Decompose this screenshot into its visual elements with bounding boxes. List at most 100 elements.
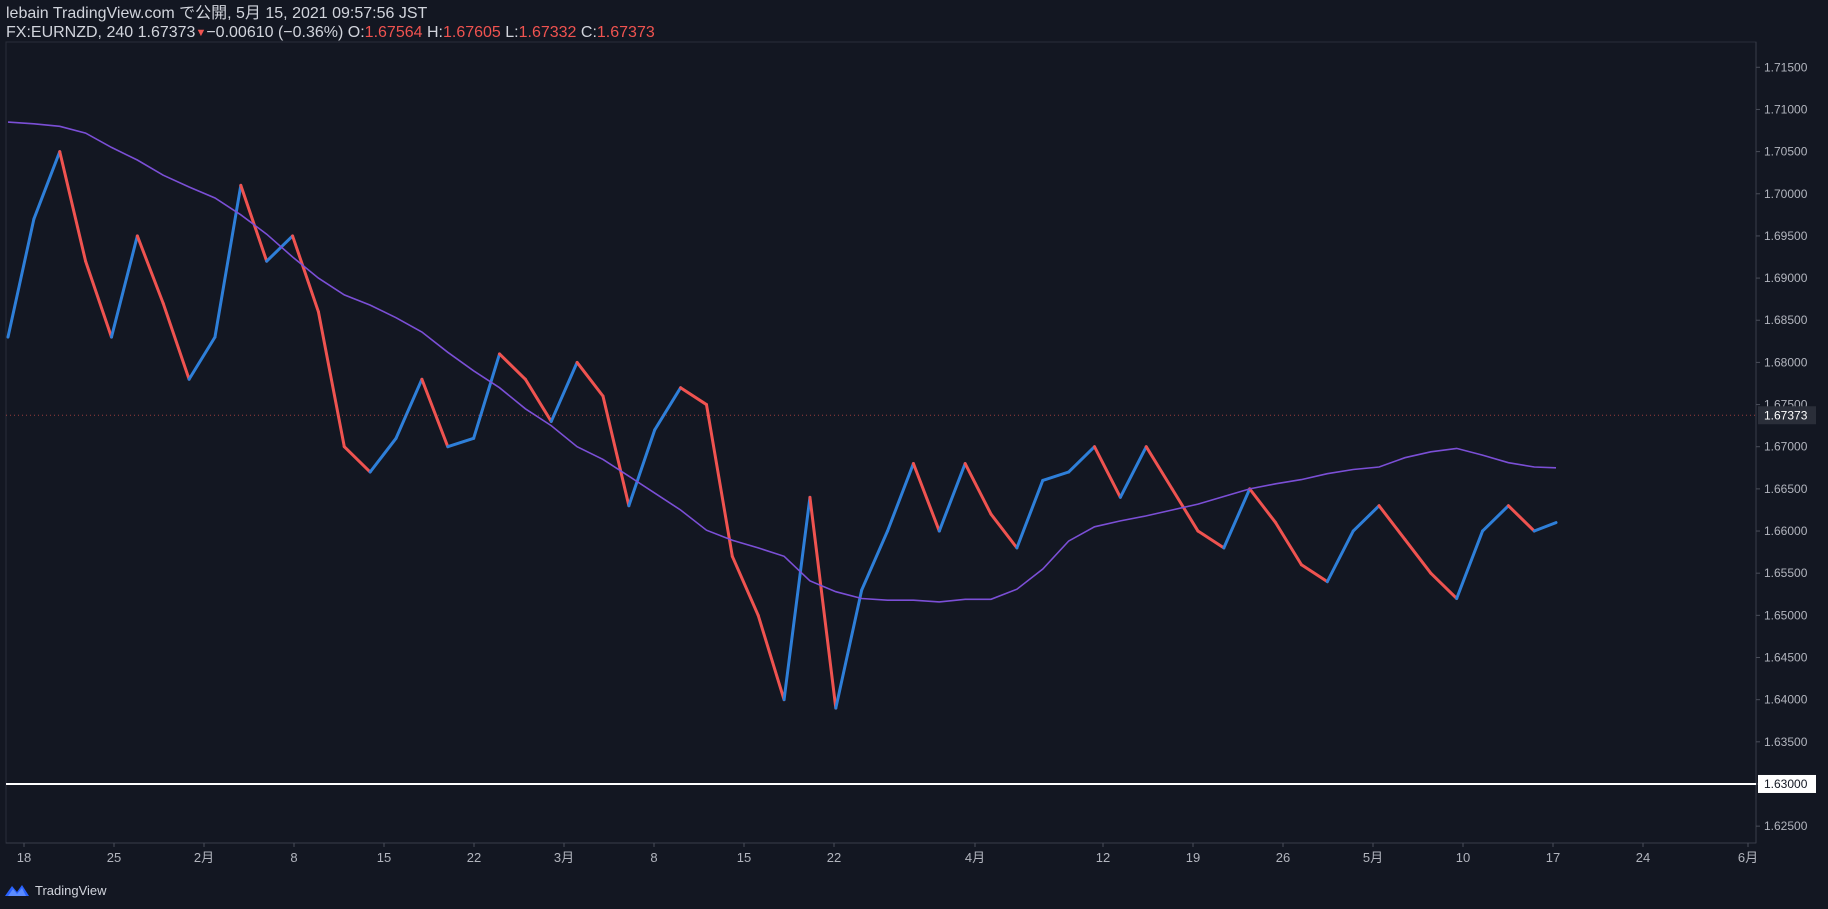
- price-segment: [1325, 529, 1355, 584]
- y-tick-label: 1.71500: [1764, 60, 1808, 74]
- price-segment: [730, 554, 760, 617]
- price-segment: [860, 529, 890, 592]
- price-segment: [601, 394, 631, 508]
- current-price-marker: 1.67373: [6, 406, 1816, 425]
- price-segment: [265, 234, 295, 263]
- x-tick-label: 15: [377, 850, 391, 865]
- y-tick-label: 1.64000: [1764, 693, 1808, 707]
- price-segment: [1532, 521, 1558, 533]
- x-tick-label: 22: [467, 850, 481, 865]
- price-segment: [1067, 445, 1096, 474]
- y-tick-label: 1.63500: [1764, 735, 1808, 749]
- price-segment: [32, 150, 62, 221]
- price-segment: [1222, 487, 1252, 550]
- horizontal-level[interactable]: 1.63000: [6, 774, 1816, 793]
- price-segment: [84, 259, 113, 339]
- y-tick-label: 1.68500: [1764, 313, 1808, 327]
- y-tick-label: 1.68000: [1764, 355, 1808, 369]
- price-segment: [420, 377, 450, 449]
- tradingview-logo-icon: [5, 885, 29, 896]
- price-segment: [834, 588, 864, 710]
- price-segment: [1403, 537, 1433, 575]
- price-segment: [1144, 445, 1174, 491]
- price-segment: [472, 352, 502, 440]
- x-tick-label: 18: [17, 850, 31, 865]
- price-segment: [109, 234, 139, 339]
- x-tick-label: 15: [737, 850, 751, 865]
- price-segment: [704, 403, 734, 558]
- x-tick-label: 8: [290, 850, 297, 865]
- price-segment: [937, 462, 967, 533]
- y-tick-label: 1.65000: [1764, 608, 1808, 622]
- x-tick-label: 2月: [194, 850, 214, 865]
- price-segment: [187, 335, 217, 381]
- x-tick-label: 8: [650, 850, 657, 865]
- x-tick-label: 10: [1456, 850, 1470, 865]
- y-tick-label: 1.66000: [1764, 524, 1808, 538]
- y-tick-label: 1.70000: [1764, 187, 1808, 201]
- price-segment: [911, 462, 941, 533]
- x-tick-label: 12: [1096, 850, 1110, 865]
- price-segment: [1170, 487, 1200, 533]
- price-series: [6, 150, 1558, 710]
- price-segment: [394, 377, 424, 440]
- price-segment: [1429, 571, 1459, 600]
- price-segment: [58, 150, 88, 263]
- price-chart[interactable]: 1.71500 1.71000 1.70500 1.70000 1.69500 1.690…: [0, 0, 1828, 909]
- y-tick-label: 1.69000: [1764, 271, 1808, 285]
- x-tick-label: 19: [1186, 850, 1200, 865]
- price-segment: [679, 386, 708, 407]
- plot-border: [5, 41, 1757, 844]
- y-tick-label: 1.70500: [1764, 145, 1808, 159]
- price-segment: [239, 183, 269, 263]
- price-segment: [782, 495, 812, 702]
- x-tick-label: 26: [1276, 850, 1290, 865]
- price-segment: [886, 462, 915, 533]
- price-segment: [342, 445, 372, 474]
- price-segment: [653, 386, 683, 432]
- x-tick-label: 25: [107, 850, 121, 865]
- y-tick-label: 1.69500: [1764, 229, 1808, 243]
- price-segment: [368, 436, 398, 474]
- x-tick-label: 3月: [554, 850, 574, 865]
- price-segment: [135, 234, 165, 305]
- price-segment: [549, 360, 579, 423]
- x-tick-label: 17: [1546, 850, 1560, 865]
- price-segment: [213, 183, 243, 339]
- price-segment: [963, 462, 993, 516]
- x-tick-label: 24: [1636, 850, 1650, 865]
- price-segment: [989, 512, 1019, 550]
- price-segment: [627, 428, 657, 508]
- price-segment: [1455, 529, 1485, 600]
- time-axis[interactable]: 18 25 2月 8 15 22 3月 8 15 22 4月 12 19 26 5月 10 17 24 6月: [17, 843, 1758, 865]
- price-segment: [161, 301, 191, 381]
- price-segment: [1015, 478, 1045, 550]
- price-segment: [1248, 487, 1278, 525]
- y-tick-label: 1.67000: [1764, 440, 1808, 454]
- price-segment: [1481, 504, 1510, 533]
- x-tick-label: 5月: [1363, 850, 1383, 865]
- price-segment: [316, 310, 346, 449]
- price-segment: [575, 360, 605, 398]
- price-axis[interactable]: 1.71500 1.71000 1.70500 1.70000 1.69500 1.690…: [1756, 60, 1808, 833]
- y-tick-label: 1.65500: [1764, 566, 1808, 580]
- price-segment: [1092, 445, 1122, 499]
- price-segment: [446, 436, 476, 449]
- price-segment: [1506, 504, 1536, 533]
- price-segment: [1299, 563, 1329, 584]
- brand-label: TradingView: [35, 882, 107, 898]
- level-price-label: 1.63000: [1764, 777, 1808, 791]
- y-tick-label: 1.71000: [1764, 102, 1808, 116]
- y-tick-label: 1.66500: [1764, 482, 1808, 496]
- price-segment: [1041, 470, 1071, 482]
- x-tick-label: 22: [827, 850, 841, 865]
- x-tick-label: 6月: [1738, 850, 1758, 865]
- price-segment: [1351, 504, 1381, 533]
- price-segment: [1274, 521, 1303, 567]
- price-segment: [498, 352, 527, 381]
- y-tick-label: 1.62500: [1764, 819, 1808, 833]
- price-segment: [756, 613, 786, 702]
- price-segment: [1118, 445, 1148, 499]
- price-segment: [291, 234, 320, 314]
- price-segment: [1377, 504, 1407, 541]
